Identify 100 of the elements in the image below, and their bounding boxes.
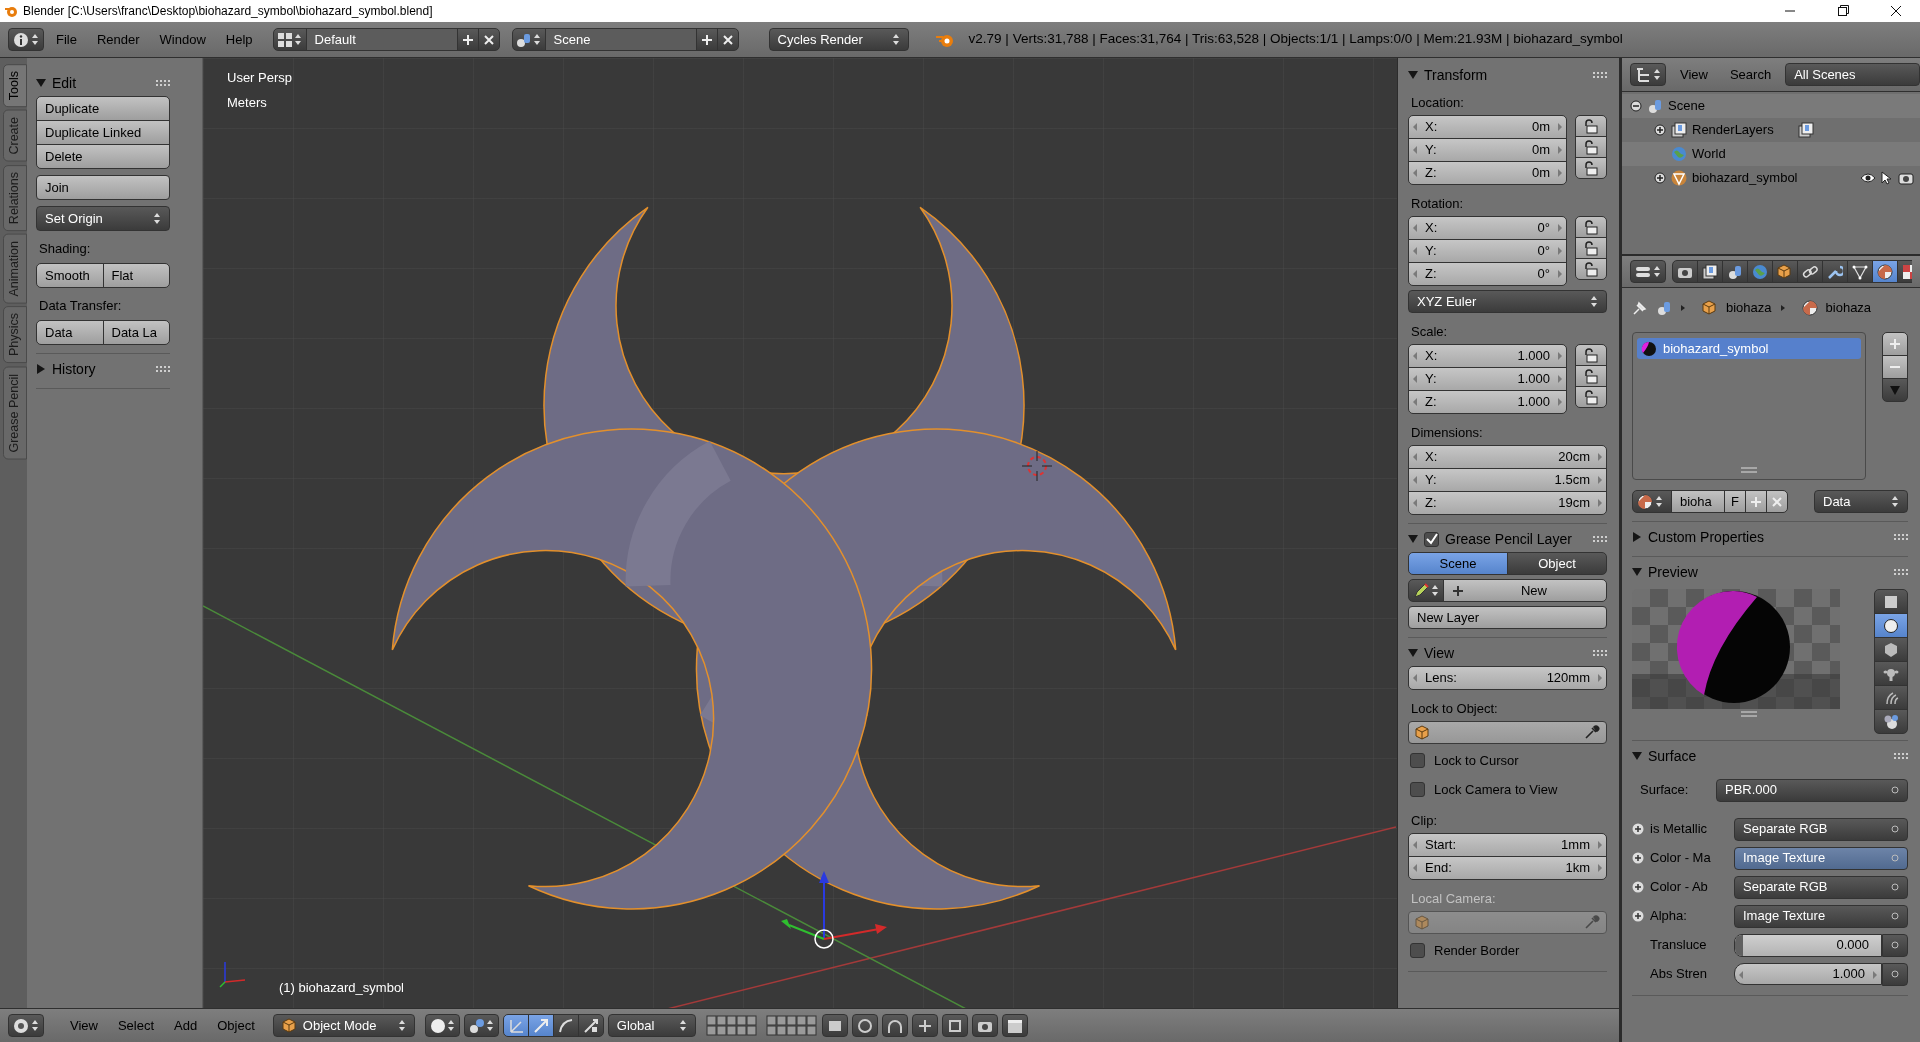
collapse-triangle-icon[interactable] xyxy=(1632,751,1642,761)
add-button[interactable] xyxy=(456,28,479,51)
push-button[interactable]: Flat xyxy=(102,263,170,288)
collapse-icon[interactable] xyxy=(1630,100,1642,112)
tree-item-label[interactable]: Scene xyxy=(1668,98,1705,114)
manipulator-toggle[interactable] xyxy=(502,1014,529,1037)
panel-title[interactable]: Grease Pencil Layer xyxy=(1445,530,1587,548)
collapse-triangle-icon[interactable] xyxy=(1408,648,1418,658)
number-field[interactable]: End: 1km xyxy=(1408,856,1607,880)
panel-title[interactable]: Custom Properties xyxy=(1648,528,1888,546)
pivot-dropdown[interactable] xyxy=(463,1014,499,1037)
push-button[interactable]: Join xyxy=(36,175,170,200)
lock-toggle[interactable] xyxy=(1575,237,1607,259)
checkbox-label[interactable]: Lock to Cursor xyxy=(1434,752,1519,769)
menu-item[interactable]: Help xyxy=(217,31,261,48)
toolbar-button[interactable] xyxy=(971,1014,998,1037)
menu-item[interactable]: Search xyxy=(1721,66,1780,83)
shelf-tab[interactable]: Tools xyxy=(3,64,27,108)
collapse-triangle-icon[interactable] xyxy=(1408,70,1418,80)
cursor-arrow-icon[interactable] xyxy=(1881,171,1893,185)
add-button[interactable] xyxy=(1745,490,1767,513)
layer-grid-icon[interactable] xyxy=(765,1014,818,1037)
preview-shape-button[interactable] xyxy=(1874,589,1908,614)
number-field[interactable]: Lens: 120mm xyxy=(1408,666,1607,690)
menu-item[interactable]: Render xyxy=(88,31,148,48)
toolbar-button[interactable] xyxy=(851,1014,878,1037)
shader-dropdown[interactable]: PBR.000 xyxy=(1716,778,1908,802)
push-button[interactable]: Smooth xyxy=(36,263,104,288)
link-dropdown[interactable]: Separate RGB xyxy=(1734,875,1908,899)
lock-toggle[interactable] xyxy=(1575,258,1607,280)
lock-toggle[interactable] xyxy=(1575,115,1607,137)
push-button[interactable]: New Layer xyxy=(1408,606,1607,629)
new-button[interactable]: New xyxy=(1443,579,1607,602)
expand-plus-icon[interactable] xyxy=(1632,910,1644,922)
material-slot[interactable]: biohazard_symbol xyxy=(1637,338,1861,359)
object-field[interactable] xyxy=(1408,721,1607,744)
number-field[interactable]: 1.000 xyxy=(1734,962,1882,985)
menu-item[interactable]: View xyxy=(1672,66,1716,83)
browse-button[interactable] xyxy=(1632,490,1672,513)
socket-button[interactable] xyxy=(1882,962,1908,986)
preview-shape-button[interactable] xyxy=(1874,661,1908,686)
checkbox[interactable] xyxy=(1424,531,1439,547)
push-button[interactable]: Data xyxy=(36,320,104,345)
camera-icon[interactable] xyxy=(1898,171,1914,185)
lock-toggle[interactable] xyxy=(1575,157,1607,179)
expand-triangle-icon[interactable] xyxy=(1632,532,1642,542)
link-dropdown[interactable]: Separate RGB xyxy=(1734,817,1908,841)
render-engine-dropdown[interactable]: Cycles Render xyxy=(768,28,909,51)
name-field[interactable]: bioha xyxy=(1671,490,1725,513)
checkbox-label[interactable]: Render Border xyxy=(1434,942,1520,959)
eye-icon[interactable] xyxy=(1860,172,1876,184)
panel-title[interactable]: Transform xyxy=(1424,66,1587,84)
collapse-triangle-icon[interactable] xyxy=(1632,567,1642,577)
number-field[interactable]: Z: 19cm xyxy=(1408,491,1607,515)
tree-item-label[interactable]: World xyxy=(1692,146,1726,162)
tree-item-label[interactable]: biohazard_symbol xyxy=(1692,170,1798,186)
toolbar-button[interactable] xyxy=(881,1014,908,1037)
socket-button[interactable] xyxy=(1882,933,1908,957)
preview-shape-button[interactable] xyxy=(1874,637,1908,662)
mode-dropdown[interactable]: Object Mode xyxy=(272,1014,415,1037)
display-mode-dropdown[interactable]: All Scenes xyxy=(1785,63,1920,86)
expand-icon[interactable] xyxy=(1654,172,1666,184)
properties-tab[interactable] xyxy=(1697,260,1723,283)
checkbox-label[interactable]: Lock Camera to View xyxy=(1434,781,1558,798)
editor-type-button[interactable] xyxy=(1630,260,1666,283)
menu-item[interactable]: View xyxy=(62,1017,106,1034)
preview-shape-button[interactable] xyxy=(1874,709,1908,734)
manipulator-toggle[interactable] xyxy=(552,1014,579,1037)
link-dropdown[interactable]: Image Texture xyxy=(1734,846,1908,870)
number-field[interactable]: Z: 1.000 xyxy=(1408,390,1567,414)
number-field[interactable]: Z: 0° xyxy=(1408,262,1567,286)
panel-title[interactable]: History xyxy=(52,360,150,378)
panel-title[interactable]: Surface xyxy=(1648,747,1888,765)
collapse-triangle-icon[interactable] xyxy=(36,78,46,88)
name-field[interactable]: Scene xyxy=(544,28,697,51)
number-field[interactable]: Y: 0m xyxy=(1408,138,1567,162)
number-field[interactable]: X: 20cm xyxy=(1408,445,1607,469)
breadcrumb-item[interactable]: biohaza xyxy=(1825,300,1872,316)
lock-toggle[interactable] xyxy=(1575,216,1607,238)
number-field[interactable]: Y: 1.000 xyxy=(1408,367,1567,391)
toggle-button[interactable]: Object xyxy=(1507,552,1607,575)
push-button[interactable]: Delete xyxy=(36,144,170,169)
pin-icon[interactable] xyxy=(1632,300,1648,316)
checkbox[interactable] xyxy=(1410,782,1425,797)
name-field[interactable]: Default xyxy=(305,28,458,51)
value-slider[interactable]: 0.000 xyxy=(1734,933,1882,957)
menu-item[interactable]: Window xyxy=(151,31,214,48)
toolbar-button[interactable] xyxy=(821,1014,848,1037)
add-slot-button[interactable] xyxy=(1882,332,1908,356)
menu-item[interactable]: File xyxy=(48,31,85,48)
push-button[interactable]: Duplicate xyxy=(36,96,170,121)
lock-toggle[interactable] xyxy=(1575,136,1607,158)
collapse-triangle-icon[interactable] xyxy=(1408,534,1418,544)
properties-tab[interactable] xyxy=(1847,260,1873,283)
push-button[interactable]: Duplicate Linked xyxy=(36,120,170,145)
expand-plus-icon[interactable] xyxy=(1632,852,1644,864)
remove-slot-button[interactable] xyxy=(1882,355,1908,379)
properties-tab[interactable] xyxy=(1872,260,1898,283)
properties-tab[interactable] xyxy=(1822,260,1848,283)
preview-shape-button[interactable] xyxy=(1874,613,1908,638)
